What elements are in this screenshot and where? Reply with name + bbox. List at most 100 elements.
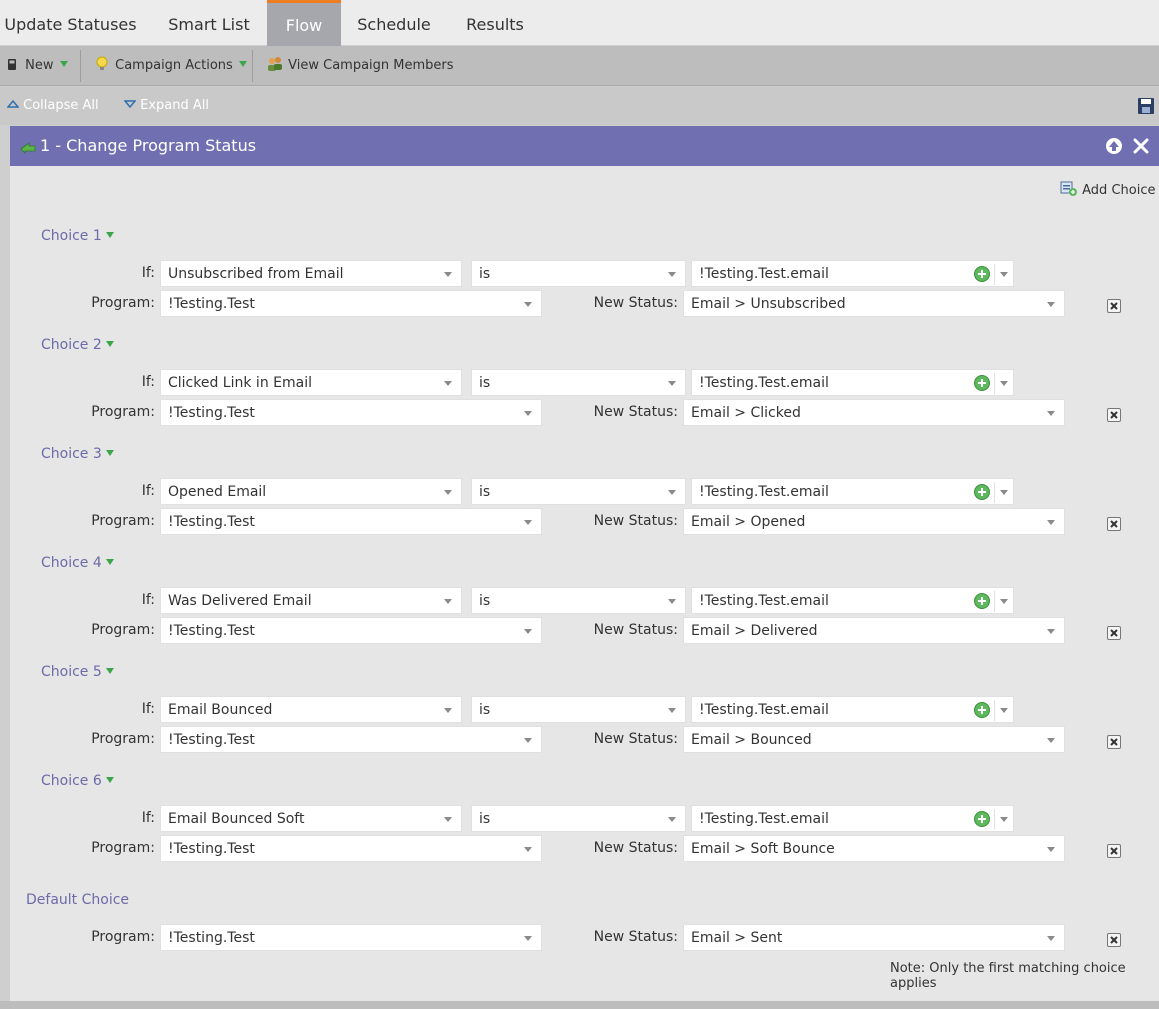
collapse-all-button[interactable]: Collapse All (6, 87, 99, 125)
choice-2-new-status-select[interactable]: Email > Clicked (683, 399, 1065, 426)
if-label: If: (141, 483, 155, 499)
choice-5-trigger-select[interactable]: Email Bounced (160, 696, 462, 723)
tab-results[interactable]: Results (458, 0, 532, 46)
new-menu-label: New (25, 58, 54, 73)
choice-2-asset-select[interactable]: !Testing.Test.email (691, 369, 1014, 396)
choice-2-trigger-select[interactable]: Clicked Link in Email (160, 369, 462, 396)
select-divider (994, 591, 995, 612)
new-menu-button[interactable]: New (7, 46, 68, 86)
choice-1-delete-button[interactable] (1107, 299, 1121, 313)
choice-2-delete-button[interactable] (1107, 408, 1121, 422)
choice-5-new-status-select[interactable]: Email > Bounced (683, 726, 1065, 753)
choice-3-new-status-select[interactable]: Email > Opened (683, 508, 1065, 535)
expand-all-button[interactable]: Expand All (123, 87, 209, 125)
choice-1-asset-select[interactable]: !Testing.Test.email (691, 260, 1014, 287)
add-icon[interactable] (974, 484, 990, 500)
choice-3-asset-value: !Testing.Test.email (699, 484, 829, 500)
choice-6-trigger-select[interactable]: Email Bounced Soft (160, 805, 462, 832)
if-label: If: (141, 265, 155, 281)
default-new-status-select[interactable]: Email > Sent (683, 924, 1065, 951)
choice-5-toggle[interactable]: Choice 5 (41, 664, 114, 680)
collapse-all-label: Collapse All (23, 98, 99, 113)
choice-3-operator-select[interactable]: is (471, 478, 686, 505)
chevron-down-icon (444, 381, 452, 386)
choice-3-delete-button[interactable] (1107, 517, 1121, 531)
choice-1-new-status-select[interactable]: Email > Unsubscribed (683, 290, 1065, 317)
add-choice-icon (1060, 181, 1077, 196)
close-icon (1133, 138, 1149, 154)
tab-schedule[interactable]: Schedule (350, 0, 438, 46)
expand-icon (123, 100, 137, 109)
choice-6-asset-select[interactable]: !Testing.Test.email (691, 805, 1014, 832)
chevron-down-icon (1000, 817, 1008, 822)
chevron-down-icon (524, 936, 532, 941)
chevron-down-icon (1047, 847, 1055, 852)
choice-3-trigger-select[interactable]: Opened Email (160, 478, 462, 505)
choice-1-operator-select[interactable]: is (471, 260, 686, 287)
select-divider (994, 482, 995, 503)
choice-3-toggle[interactable]: Choice 3 (41, 446, 114, 462)
choice-2-operator-select[interactable]: is (471, 369, 686, 396)
choice-2-toggle[interactable]: Choice 2 (41, 337, 114, 353)
choice-4-new-status-select[interactable]: Email > Delivered (683, 617, 1065, 644)
choice-6-program-select[interactable]: !Testing.Test (160, 835, 542, 862)
choice-4-trigger-select[interactable]: Was Delivered Email (160, 587, 462, 614)
move-up-button[interactable] (1104, 136, 1124, 156)
add-icon[interactable] (974, 266, 990, 282)
tab-flow[interactable]: Flow (267, 0, 341, 46)
chevron-down-icon (1000, 599, 1008, 604)
choice-5-program-value: !Testing.Test (168, 732, 255, 748)
choice-6-new-status-select[interactable]: Email > Soft Bounce (683, 835, 1065, 862)
choice-4-asset-select[interactable]: !Testing.Test.email (691, 587, 1014, 614)
add-choice-button[interactable]: Add Choice (1060, 181, 1155, 201)
close-step-button[interactable] (1131, 136, 1151, 156)
if-label: If: (141, 701, 155, 717)
choice-4-program-value: !Testing.Test (168, 623, 255, 639)
choice-6-delete-button[interactable] (1107, 844, 1121, 858)
flow-step-header: 1 - Change Program Status (10, 126, 1159, 166)
chevron-down-icon (444, 817, 452, 822)
choice-4-toggle[interactable]: Choice 4 (41, 555, 114, 571)
default-program-select[interactable]: !Testing.Test (160, 924, 542, 951)
delete-icon (1110, 629, 1118, 637)
choice-4-delete-button[interactable] (1107, 626, 1121, 640)
choice-2-program-select[interactable]: !Testing.Test (160, 399, 542, 426)
tab-smart-list[interactable]: Smart List (158, 0, 260, 46)
choice-1-trigger-select[interactable]: Unsubscribed from Email (160, 260, 462, 287)
save-button[interactable] (1137, 97, 1155, 115)
choice-1-program-select[interactable]: !Testing.Test (160, 290, 542, 317)
chevron-down-icon (524, 302, 532, 307)
campaign-actions-button[interactable]: Campaign Actions (96, 46, 247, 86)
chevron-down-icon (668, 272, 676, 277)
program-label: Program: (91, 731, 155, 747)
tab-bar: Update Statuses Smart List Flow Schedule… (0, 0, 1159, 46)
delete-icon (1110, 411, 1118, 419)
choice-5-asset-select[interactable]: !Testing.Test.email (691, 696, 1014, 723)
chevron-down-icon (668, 708, 676, 713)
chevron-down-icon (1000, 381, 1008, 386)
add-icon[interactable] (974, 811, 990, 827)
tab-update-statuses[interactable]: Update Statuses (0, 0, 141, 46)
add-icon[interactable] (974, 375, 990, 391)
choice-5-delete-button[interactable] (1107, 735, 1121, 749)
choice-4-program-select[interactable]: !Testing.Test (160, 617, 542, 644)
add-icon[interactable] (974, 593, 990, 609)
choice-1-toggle[interactable]: Choice 1 (41, 228, 114, 244)
default-delete-button[interactable] (1107, 933, 1121, 947)
program-label: Program: (91, 295, 155, 311)
choice-6-toggle[interactable]: Choice 6 (41, 773, 114, 789)
first-match-note: Note: Only the first matching choice app… (890, 961, 1126, 991)
chevron-down-icon (668, 817, 676, 822)
choice-5-new-status-value: Email > Bounced (691, 732, 812, 748)
add-icon[interactable] (974, 702, 990, 718)
chevron-down-icon (524, 738, 532, 743)
choice-5-operator-select[interactable]: is (471, 696, 686, 723)
choice-5-program-select[interactable]: !Testing.Test (160, 726, 542, 753)
chevron-down-icon (444, 490, 452, 495)
chevron-down-icon (1047, 520, 1055, 525)
choice-3-program-select[interactable]: !Testing.Test (160, 508, 542, 535)
choice-3-asset-select[interactable]: !Testing.Test.email (691, 478, 1014, 505)
view-campaign-members-button[interactable]: View Campaign Members (266, 46, 454, 86)
choice-4-operator-select[interactable]: is (471, 587, 686, 614)
choice-6-operator-select[interactable]: is (471, 805, 686, 832)
